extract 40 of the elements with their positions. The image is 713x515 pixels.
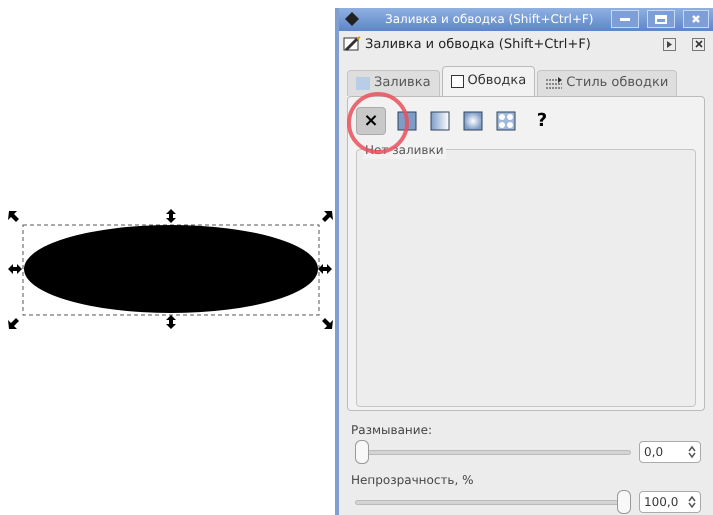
play-icon bbox=[666, 40, 673, 48]
stroke-icon bbox=[450, 74, 464, 88]
dialog-title: Заливка и обводка (Shift+Ctrl+F) bbox=[365, 36, 592, 54]
close-button[interactable] bbox=[692, 38, 705, 51]
slider-track[interactable] bbox=[355, 490, 631, 514]
app-icon bbox=[343, 11, 361, 28]
window-title: Заливка и обводка (Shift+Ctrl+F) bbox=[385, 11, 594, 28]
brush-icon bbox=[343, 36, 361, 52]
minimize-button[interactable] bbox=[611, 10, 639, 28]
unset-paint-button[interactable]: ? bbox=[527, 106, 557, 135]
tab[interactable]: Заливка bbox=[347, 70, 440, 96]
scale-handle-icon[interactable] bbox=[166, 315, 176, 329]
slider-label: Непрозрачность, % bbox=[351, 472, 475, 489]
tab[interactable]: Обводка bbox=[442, 66, 536, 96]
spin-field[interactable]: 100,0 bbox=[639, 491, 701, 513]
scale-handle-icon[interactable] bbox=[8, 318, 19, 329]
slider-track[interactable] bbox=[355, 440, 631, 464]
scale-handle-icon[interactable] bbox=[166, 209, 176, 223]
spin-arrows-icon bbox=[688, 446, 696, 458]
scale-handle-icon[interactable] bbox=[322, 211, 333, 222]
radial-gradient-button[interactable] bbox=[461, 108, 485, 133]
slider-thumb[interactable] bbox=[617, 490, 631, 514]
dash-lines-icon bbox=[546, 77, 562, 90]
maximize-button[interactable] bbox=[647, 10, 675, 28]
close-icon bbox=[691, 14, 701, 24]
tab[interactable]: Стиль обводки bbox=[537, 70, 678, 96]
scale-handle-icon[interactable] bbox=[8, 211, 19, 222]
scale-handle-icon[interactable] bbox=[318, 264, 332, 274]
fill-icon bbox=[356, 76, 370, 90]
slider-label: Размывание: bbox=[351, 422, 433, 439]
scale-handle-icon[interactable] bbox=[322, 318, 333, 329]
menu-button[interactable] bbox=[663, 38, 676, 51]
spin-arrows-icon bbox=[688, 496, 696, 508]
linear-gradient-button[interactable] bbox=[428, 108, 452, 133]
scale-handle-icon[interactable] bbox=[8, 264, 22, 274]
slider-thumb[interactable] bbox=[355, 440, 369, 464]
pattern-button[interactable] bbox=[494, 108, 518, 133]
no-paint-button[interactable]: × bbox=[356, 106, 386, 135]
spin-field[interactable]: 0,0 bbox=[639, 441, 701, 463]
close-icon bbox=[694, 40, 702, 48]
